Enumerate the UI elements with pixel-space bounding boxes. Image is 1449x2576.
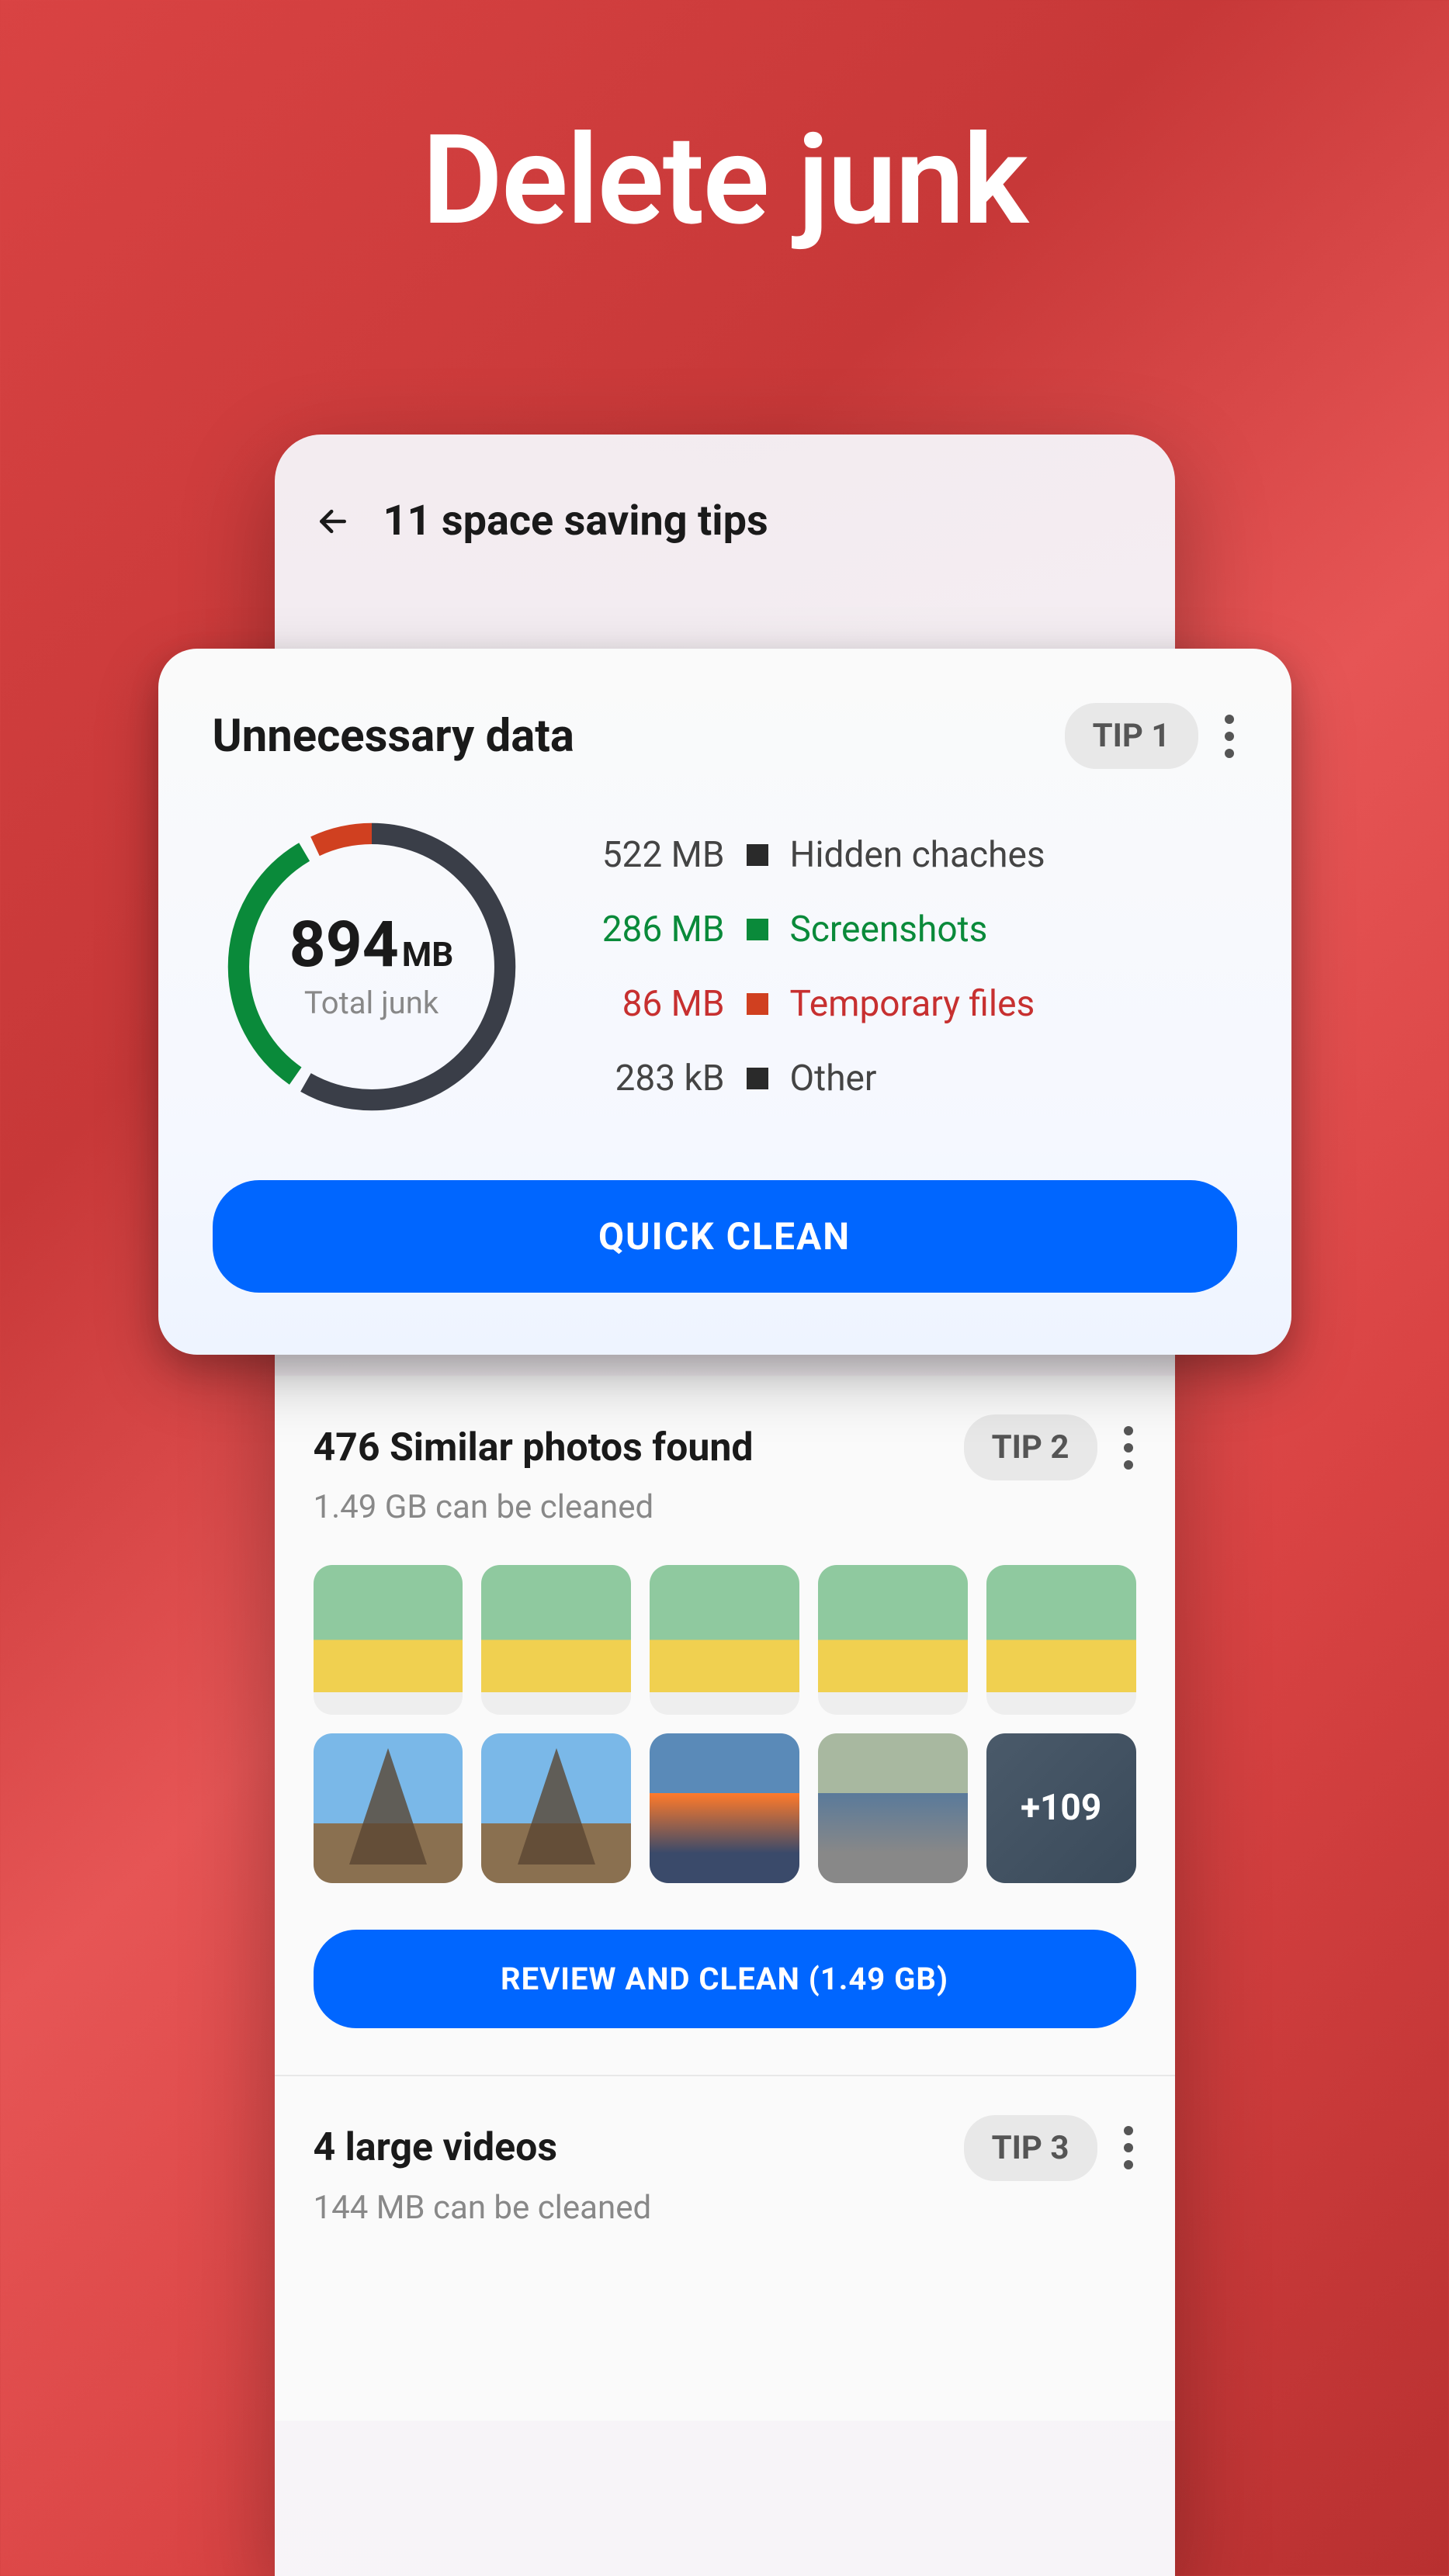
quick-clean-button[interactable]: QUICK CLEAN [213,1180,1237,1293]
category-name: Hidden chaches [790,834,1045,876]
phone-mockup: 11 space saving tips 476 Similar photos … [275,435,1175,2576]
category-name: Temporary files [790,983,1035,1025]
photo-thumbnail-grid: +109 [314,1565,1136,1883]
category-size: 286 MB [585,909,725,950]
tip-title: 4 large videos [314,2125,558,2170]
photo-thumb[interactable] [314,1565,463,1715]
category-item: 286 MB Screenshots [585,909,1229,950]
donut-unit: MB [402,934,454,975]
category-swatch-icon [747,844,768,866]
app-bar: 11 space saving tips [275,473,1175,584]
category-item: 522 MB Hidden chaches [585,834,1229,876]
category-size: 283 kB [585,1058,725,1099]
tip-card-similar-photos: 476 Similar photos found TIP 2 1.49 GB c… [275,1376,1175,2076]
photo-thumb[interactable] [650,1565,799,1715]
category-item: 283 kB Other [585,1058,1229,1099]
photo-thumb[interactable] [818,1733,968,1883]
photo-thumb[interactable] [650,1733,799,1883]
featured-card-unnecessary-data: Unnecessary data TIP 1 894MB Total junk [158,649,1291,1355]
category-swatch-icon [747,919,768,940]
category-swatch-icon [747,1068,768,1089]
card-title: Unnecessary data [213,710,574,763]
tip-subtitle: 1.49 GB can be cleaned [314,1488,1136,1526]
donut-value: 894 [289,908,399,982]
category-name: Screenshots [790,909,988,950]
category-swatch-icon [747,993,768,1015]
category-size: 522 MB [585,834,725,876]
donut-chart: 894MB Total junk [220,815,523,1118]
donut-label: Total junk [304,985,439,1021]
marketing-headline: Delete junk [0,0,1449,254]
photo-thumb[interactable] [481,1565,631,1715]
tip-title: 476 Similar photos found [314,1425,754,1470]
overflow-menu-button[interactable] [1121,1426,1136,1470]
category-name: Other [790,1058,877,1099]
app-bar-title: 11 space saving tips [383,497,768,545]
tip-badge: TIP 3 [964,2115,1097,2181]
tip-badge: TIP 2 [964,1414,1097,1480]
tip-badge: TIP 1 [1065,703,1198,769]
photo-thumb[interactable] [314,1733,463,1883]
photo-thumb[interactable] [481,1733,631,1883]
tip-subtitle: 144 MB can be cleaned [314,2189,1136,2227]
tip-card-large-videos: 4 large videos TIP 3 144 MB can be clean… [275,2076,1175,2421]
photo-thumb[interactable] [986,1565,1136,1715]
arrow-left-icon [316,504,350,538]
category-size: 86 MB [585,983,725,1025]
photo-thumb-more[interactable]: +109 [986,1733,1136,1883]
category-item: 86 MB Temporary files [585,983,1229,1025]
review-and-clean-button[interactable]: REVIEW AND CLEAN (1.49 GB) [314,1930,1136,2028]
back-button[interactable] [314,502,352,541]
category-list: 522 MB Hidden chaches 286 MB Screenshots 86 … [585,834,1229,1099]
overflow-menu-button[interactable] [1222,715,1237,758]
photo-thumb[interactable] [818,1565,968,1715]
overflow-menu-button[interactable] [1121,2126,1136,2169]
